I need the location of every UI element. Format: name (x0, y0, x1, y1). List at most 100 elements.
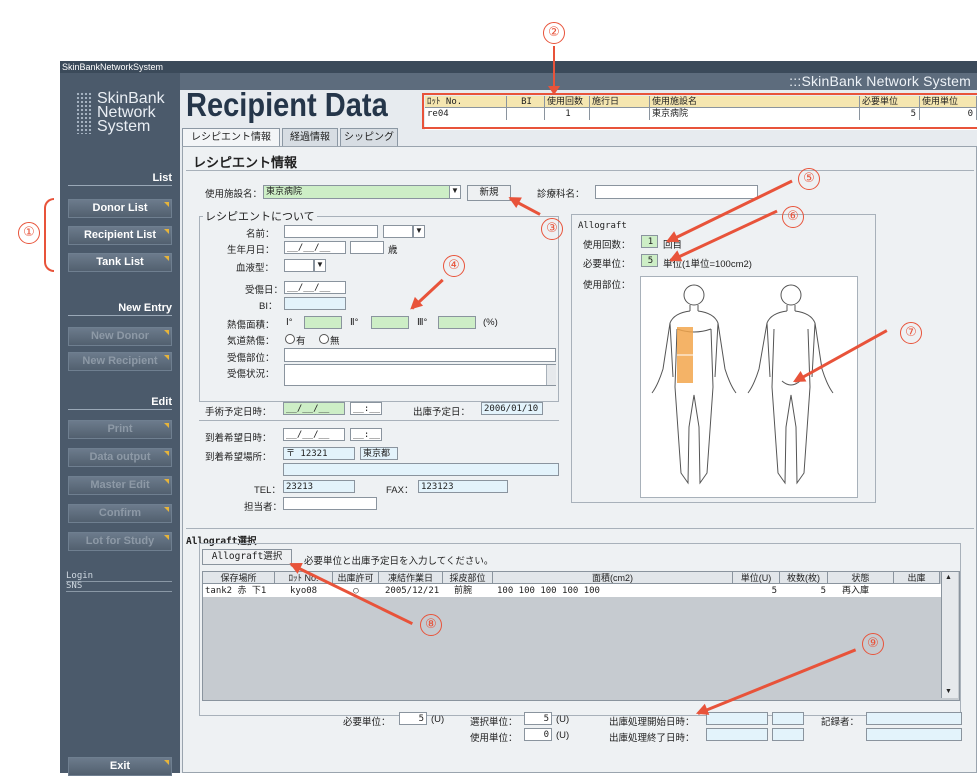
edit-divider (68, 409, 172, 410)
ship-start-time-input[interactable] (772, 712, 804, 725)
corner-flag-icon (164, 202, 169, 207)
dob-input[interactable]: __/__/__ (284, 241, 346, 254)
allograft-uses-input[interactable]: 1 (641, 235, 658, 248)
tab-recipient-info[interactable]: レシピエント情報 (182, 128, 280, 146)
master-edit-button[interactable]: Master Edit (68, 476, 172, 495)
data-output-label: Data output (89, 451, 151, 463)
exit-button[interactable]: Exit (68, 757, 172, 776)
ship-end-time-input[interactable] (772, 728, 804, 741)
scroll-down-icon[interactable]: ▼ (945, 688, 952, 695)
exit-label: Exit (109, 760, 131, 772)
corner-flag-icon (164, 423, 169, 428)
allograft-select-button[interactable]: Allograft選択 (202, 549, 292, 565)
name-suffix-select[interactable] (383, 225, 413, 238)
facility-select[interactable]: 東京病院 (263, 185, 450, 199)
arrival-time-input[interactable]: __:__ (350, 428, 382, 441)
airway-yes-radio[interactable] (285, 334, 295, 344)
new-facility-button[interactable]: 新規 (467, 185, 511, 201)
surgery-date-input[interactable]: __/__/__ (283, 402, 345, 415)
col-units: 単位(U) (733, 572, 780, 584)
airway-no-radio[interactable] (319, 334, 329, 344)
name-label: 名前： (246, 229, 275, 240)
bi-input[interactable] (284, 297, 346, 310)
arrival-place-label: 到着希望場所： (205, 452, 272, 463)
confirm-button[interactable]: Confirm (68, 504, 172, 523)
ship-end-date-input[interactable] (706, 728, 768, 741)
ship-date-input[interactable]: 2006/01/10 (481, 402, 543, 415)
burn-degree-1-label: Ⅰ° (286, 317, 293, 328)
corner-flag-icon (164, 507, 169, 512)
corner-flag-icon (164, 355, 169, 360)
login-box: Login SNS (66, 572, 172, 594)
callout-5: ⑤ (798, 168, 820, 190)
print-button[interactable]: Print (68, 420, 172, 439)
blood-type-select[interactable] (284, 259, 314, 272)
tab-shipping[interactable]: シッピング (340, 128, 398, 146)
table-scrollbar[interactable] (941, 572, 958, 698)
injury-date-input[interactable]: __/__/__ (284, 281, 346, 294)
selected-units-input[interactable]: 5 (524, 712, 552, 725)
login-user: SNS (66, 581, 172, 592)
lot-for-study-button[interactable]: Lot for Study (68, 532, 172, 551)
burn-degree-2-label: Ⅱ° (350, 317, 359, 328)
surgery-time-input[interactable]: __:__ (350, 402, 382, 415)
body-map-canvas[interactable] (640, 276, 858, 498)
top-logo: :::SkinBank Network System (789, 73, 971, 89)
tab-progress[interactable]: 経過情報 (282, 128, 338, 146)
staff-input[interactable] (283, 497, 377, 510)
used-units-input[interactable]: 0 (524, 728, 552, 741)
address-input[interactable] (283, 463, 559, 476)
recipient-list-button[interactable]: Recipient List (68, 226, 172, 245)
section-title: レシピエント情報 (193, 155, 298, 170)
department-input[interactable] (595, 185, 758, 199)
blood-type-dropdown-icon[interactable]: ▼ (314, 259, 326, 272)
donor-list-button[interactable]: Donor List (68, 199, 172, 218)
callout-6: ⑥ (782, 206, 804, 228)
need-units-input[interactable]: 5 (399, 712, 427, 725)
allograft-title: Allograft (578, 221, 627, 231)
injury-status-textarea[interactable] (284, 364, 556, 386)
allograft-need-input[interactable]: 5 (641, 254, 658, 267)
ship-start-date-input[interactable] (706, 712, 768, 725)
cell-area: 100 100 100 100 100 (497, 586, 600, 596)
page-title: Recipient Data (186, 86, 388, 123)
prefecture-input[interactable]: 東京都 (360, 447, 398, 460)
corner-flag-icon (164, 256, 169, 261)
new-donor-button[interactable]: New Donor (68, 327, 172, 346)
facility-dropdown-icon[interactable]: ▼ (449, 185, 461, 199)
cell-sheets: 5 (820, 586, 826, 596)
recorder-input[interactable] (866, 712, 962, 725)
name-suffix-dropdown-icon[interactable]: ▼ (413, 225, 425, 238)
arrival-date-input[interactable]: __/__/__ (283, 428, 345, 441)
recorder-input-2[interactable] (866, 728, 962, 741)
fax-input[interactable]: 123123 (418, 480, 508, 493)
injury-site-input[interactable] (284, 348, 556, 362)
allograft-uses-label: 使用回数： (583, 240, 631, 251)
injury-site-label: 受傷部位： (227, 353, 275, 364)
bi-label: BI： (259, 301, 278, 312)
burn-degree-3-input[interactable] (438, 316, 476, 329)
scroll-up-icon[interactable]: ▲ (945, 574, 952, 581)
data-output-button[interactable]: Data output (68, 448, 172, 467)
tank-list-label: Tank List (96, 256, 144, 268)
list-divider (68, 185, 172, 186)
edit-section-title: Edit (151, 396, 172, 408)
window-title-bar: SkinBankNetworkSystem (60, 61, 977, 73)
injury-status-scrollbar[interactable] (546, 365, 556, 385)
burn-degree-1-input[interactable] (304, 316, 342, 329)
corner-flag-icon (164, 535, 169, 540)
brand-line-3: System (97, 118, 151, 135)
tel-input[interactable]: 23213 (283, 480, 355, 493)
tank-list-button[interactable]: Tank List (68, 253, 172, 272)
burn-degree-2-input[interactable] (371, 316, 409, 329)
brand-dots-icon (76, 92, 92, 134)
name-input[interactable] (284, 225, 378, 238)
zip-input[interactable]: 〒 12321 (283, 447, 355, 460)
surgery-date-label: 手術予定日時： (205, 407, 272, 418)
print-label: Print (107, 423, 133, 435)
airway-burn-label: 気道熱傷： (227, 336, 275, 347)
age-input[interactable] (350, 241, 384, 254)
ship-date-label: 出庫予定日： (413, 407, 471, 418)
new-recipient-button[interactable]: New Recipient (68, 352, 172, 371)
lot-for-study-label: Lot for Study (85, 535, 155, 547)
